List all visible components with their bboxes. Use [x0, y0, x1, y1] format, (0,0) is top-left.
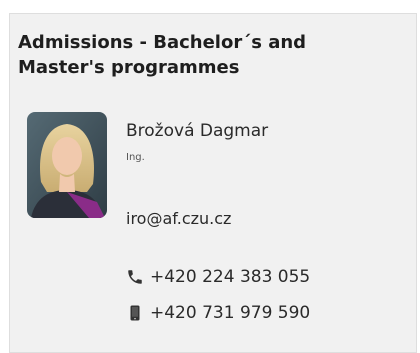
profile-photo: [27, 112, 107, 218]
phone-icon: [126, 268, 144, 286]
contact-name: Brožová Dagmar: [126, 121, 269, 141]
contact-degree: Ing.: [126, 152, 145, 163]
mobile-icon: [126, 304, 144, 322]
card-title: Admissions - Bachelor´s and Master's pro…: [18, 32, 307, 78]
mobile-number: +420 731 979 590: [150, 303, 311, 323]
contact-email-link[interactable]: iro@af.czu.cz: [126, 209, 231, 228]
phone-number: +420 224 383 055: [150, 267, 311, 287]
mobile-line[interactable]: +420 731 979 590: [126, 303, 310, 323]
phone-line[interactable]: +420 224 383 055: [126, 267, 310, 287]
